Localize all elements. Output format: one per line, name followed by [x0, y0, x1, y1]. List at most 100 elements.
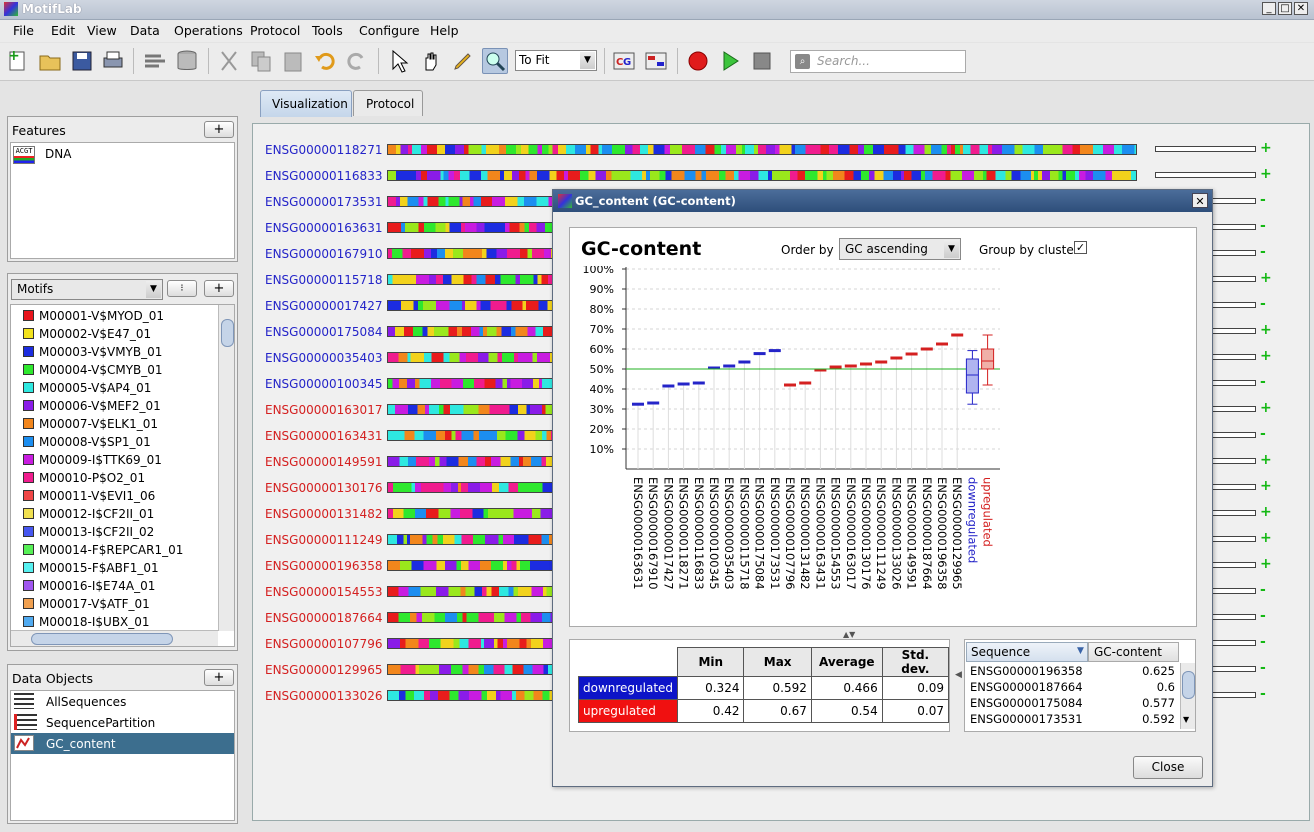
undo-icon[interactable]: [312, 48, 338, 74]
tab-protocol[interactable]: Protocol: [353, 90, 423, 116]
sequence-name[interactable]: ENSG00000100345: [265, 377, 382, 391]
cut-icon[interactable]: [216, 48, 242, 74]
motif-tree-button[interactable]: ⁝: [167, 280, 197, 297]
paste-icon[interactable]: [280, 48, 306, 74]
add-feature-button[interactable]: +: [204, 121, 234, 138]
motifs-horizontal-scrollbar[interactable]: [11, 630, 218, 646]
strand-orientation[interactable]: -: [1260, 634, 1266, 650]
motif-item[interactable]: M00008-V$SP1_01: [23, 433, 151, 451]
strand-orientation[interactable]: +: [1260, 270, 1272, 286]
data-object-allsequences[interactable]: AllSequences: [11, 691, 234, 712]
sequence-name[interactable]: ENSG00000115718: [265, 273, 382, 287]
zoom-select[interactable]: To Fit ▼: [515, 50, 597, 71]
motif-item[interactable]: M00001-V$MYOD_01: [23, 307, 164, 325]
motif-item[interactable]: M00005-V$AP4_01: [23, 379, 151, 397]
maximize-button[interactable]: □: [1278, 2, 1292, 15]
stop-icon[interactable]: [749, 48, 775, 74]
value-table-scrollbar[interactable]: ▼: [1180, 663, 1195, 729]
motif-item[interactable]: M00009-I$TTK69_01: [23, 451, 162, 469]
strand-orientation[interactable]: +: [1260, 322, 1272, 338]
scroll-thumb[interactable]: [221, 319, 234, 347]
menu-operations[interactable]: Operations: [174, 23, 243, 38]
sequence-name[interactable]: ENSG00000130176: [265, 481, 382, 495]
sequence-track[interactable]: [387, 170, 1137, 181]
scroll-thumb[interactable]: [31, 633, 173, 645]
tab-visualization[interactable]: Visualization: [260, 90, 352, 117]
sequence-name[interactable]: ENSG00000107796: [265, 637, 382, 651]
add-motif-button[interactable]: +: [204, 280, 234, 297]
sequence-name[interactable]: ENSG00000133026: [265, 689, 382, 703]
sequence-track[interactable]: [387, 144, 1137, 155]
strand-orientation[interactable]: +: [1260, 452, 1272, 468]
search-input[interactable]: ⌕ Search...: [790, 50, 966, 73]
motif-item[interactable]: M00015-F$ABF1_01: [23, 559, 159, 577]
group-by-cluster-checkbox[interactable]: ✓: [1074, 241, 1087, 254]
copy-icon[interactable]: [248, 48, 274, 74]
motif-item[interactable]: M00010-P$O2_01: [23, 469, 145, 487]
strand-orientation[interactable]: +: [1260, 530, 1272, 546]
strand-orientation[interactable]: +: [1260, 504, 1272, 520]
data-object-sequencepartition[interactable]: SequencePartition: [11, 712, 234, 733]
motif-item[interactable]: M00006-V$MEF2_01: [23, 397, 161, 415]
print-icon[interactable]: [100, 48, 126, 74]
sequence-name[interactable]: ENSG00000163431: [265, 429, 382, 443]
menu-view[interactable]: View: [87, 23, 117, 38]
feature-dna[interactable]: DNA: [45, 147, 71, 161]
strand-orientation[interactable]: +: [1260, 400, 1272, 416]
motif-item[interactable]: M00016-I$E74A_01: [23, 577, 155, 595]
motif-item[interactable]: M00018-I$UBX_01: [23, 613, 150, 631]
table-row[interactable]: ENSG00000196358 0.625: [966, 663, 1179, 679]
motif-item[interactable]: M00007-V$ELK1_01: [23, 415, 158, 433]
motifs-select[interactable]: Motifs ▼: [11, 279, 163, 300]
color-scheme-icon[interactable]: CG: [611, 48, 637, 74]
database-icon[interactable]: [174, 48, 200, 74]
menu-tools[interactable]: Tools: [312, 23, 343, 38]
motif-item[interactable]: M00011-V$EVI1_06: [23, 487, 155, 505]
sequence-name[interactable]: ENSG00000163631: [265, 221, 382, 235]
add-data-object-button[interactable]: +: [204, 669, 234, 686]
menu-edit[interactable]: Edit: [51, 23, 75, 38]
play-icon[interactable]: [717, 48, 743, 74]
sequence-name[interactable]: ENSG00000118271: [265, 143, 382, 157]
sequence-name[interactable]: ENSG00000149591: [265, 455, 382, 469]
sequence-name[interactable]: ENSG00000154553: [265, 585, 382, 599]
menu-data[interactable]: Data: [130, 23, 160, 38]
save-icon[interactable]: [69, 48, 95, 74]
sequence-name[interactable]: ENSG00000111249: [265, 533, 382, 547]
strand-orientation[interactable]: -: [1260, 244, 1266, 260]
table-row[interactable]: ENSG00000173531 0.592: [966, 711, 1179, 727]
collapse-arrow-icon[interactable]: ◀: [955, 670, 962, 680]
column-header-gc-content[interactable]: GC-content: [1088, 642, 1179, 662]
open-folder-icon[interactable]: [37, 48, 63, 74]
strand-orientation[interactable]: +: [1260, 478, 1272, 494]
motif-item[interactable]: M00014-F$REPCAR1_01: [23, 541, 183, 559]
redo-icon[interactable]: [344, 48, 370, 74]
sequence-name[interactable]: ENSG00000131482: [265, 507, 382, 521]
strand-orientation[interactable]: -: [1260, 374, 1266, 390]
sequence-name[interactable]: ENSG00000196358: [265, 559, 382, 573]
strand-orientation[interactable]: -: [1260, 426, 1266, 442]
new-icon[interactable]: +: [5, 48, 31, 74]
minimize-button[interactable]: _: [1262, 2, 1276, 15]
motifs-vertical-scrollbar[interactable]: [218, 305, 234, 631]
strand-orientation[interactable]: -: [1260, 582, 1266, 598]
sequence-name[interactable]: ENSG00000116833: [265, 169, 382, 183]
track-layout-icon[interactable]: [643, 48, 669, 74]
dialog-close-icon[interactable]: ✕: [1192, 193, 1208, 208]
strand-orientation[interactable]: -: [1260, 686, 1266, 702]
menu-help[interactable]: Help: [430, 23, 459, 38]
data-object-gc-content[interactable]: GC_content: [11, 733, 234, 754]
sequence-name[interactable]: ENSG00000035403: [265, 351, 382, 365]
table-row[interactable]: ENSG00000187664 0.6: [966, 679, 1179, 695]
sequence-name[interactable]: ENSG00000175084: [265, 325, 382, 339]
sequence-name[interactable]: ENSG00000163017: [265, 403, 382, 417]
close-button[interactable]: Close: [1133, 756, 1203, 779]
pencil-icon[interactable]: [450, 48, 476, 74]
strand-orientation[interactable]: +: [1260, 556, 1272, 572]
strand-orientation[interactable]: -: [1260, 660, 1266, 676]
strand-orientation[interactable]: -: [1260, 192, 1266, 208]
motif-item[interactable]: M00004-V$CMYB_01: [23, 361, 163, 379]
order-by-select[interactable]: GC ascending ▼: [839, 238, 961, 260]
zoom-icon[interactable]: [482, 48, 508, 74]
motif-item[interactable]: M00012-I$CF2II_01: [23, 505, 154, 523]
